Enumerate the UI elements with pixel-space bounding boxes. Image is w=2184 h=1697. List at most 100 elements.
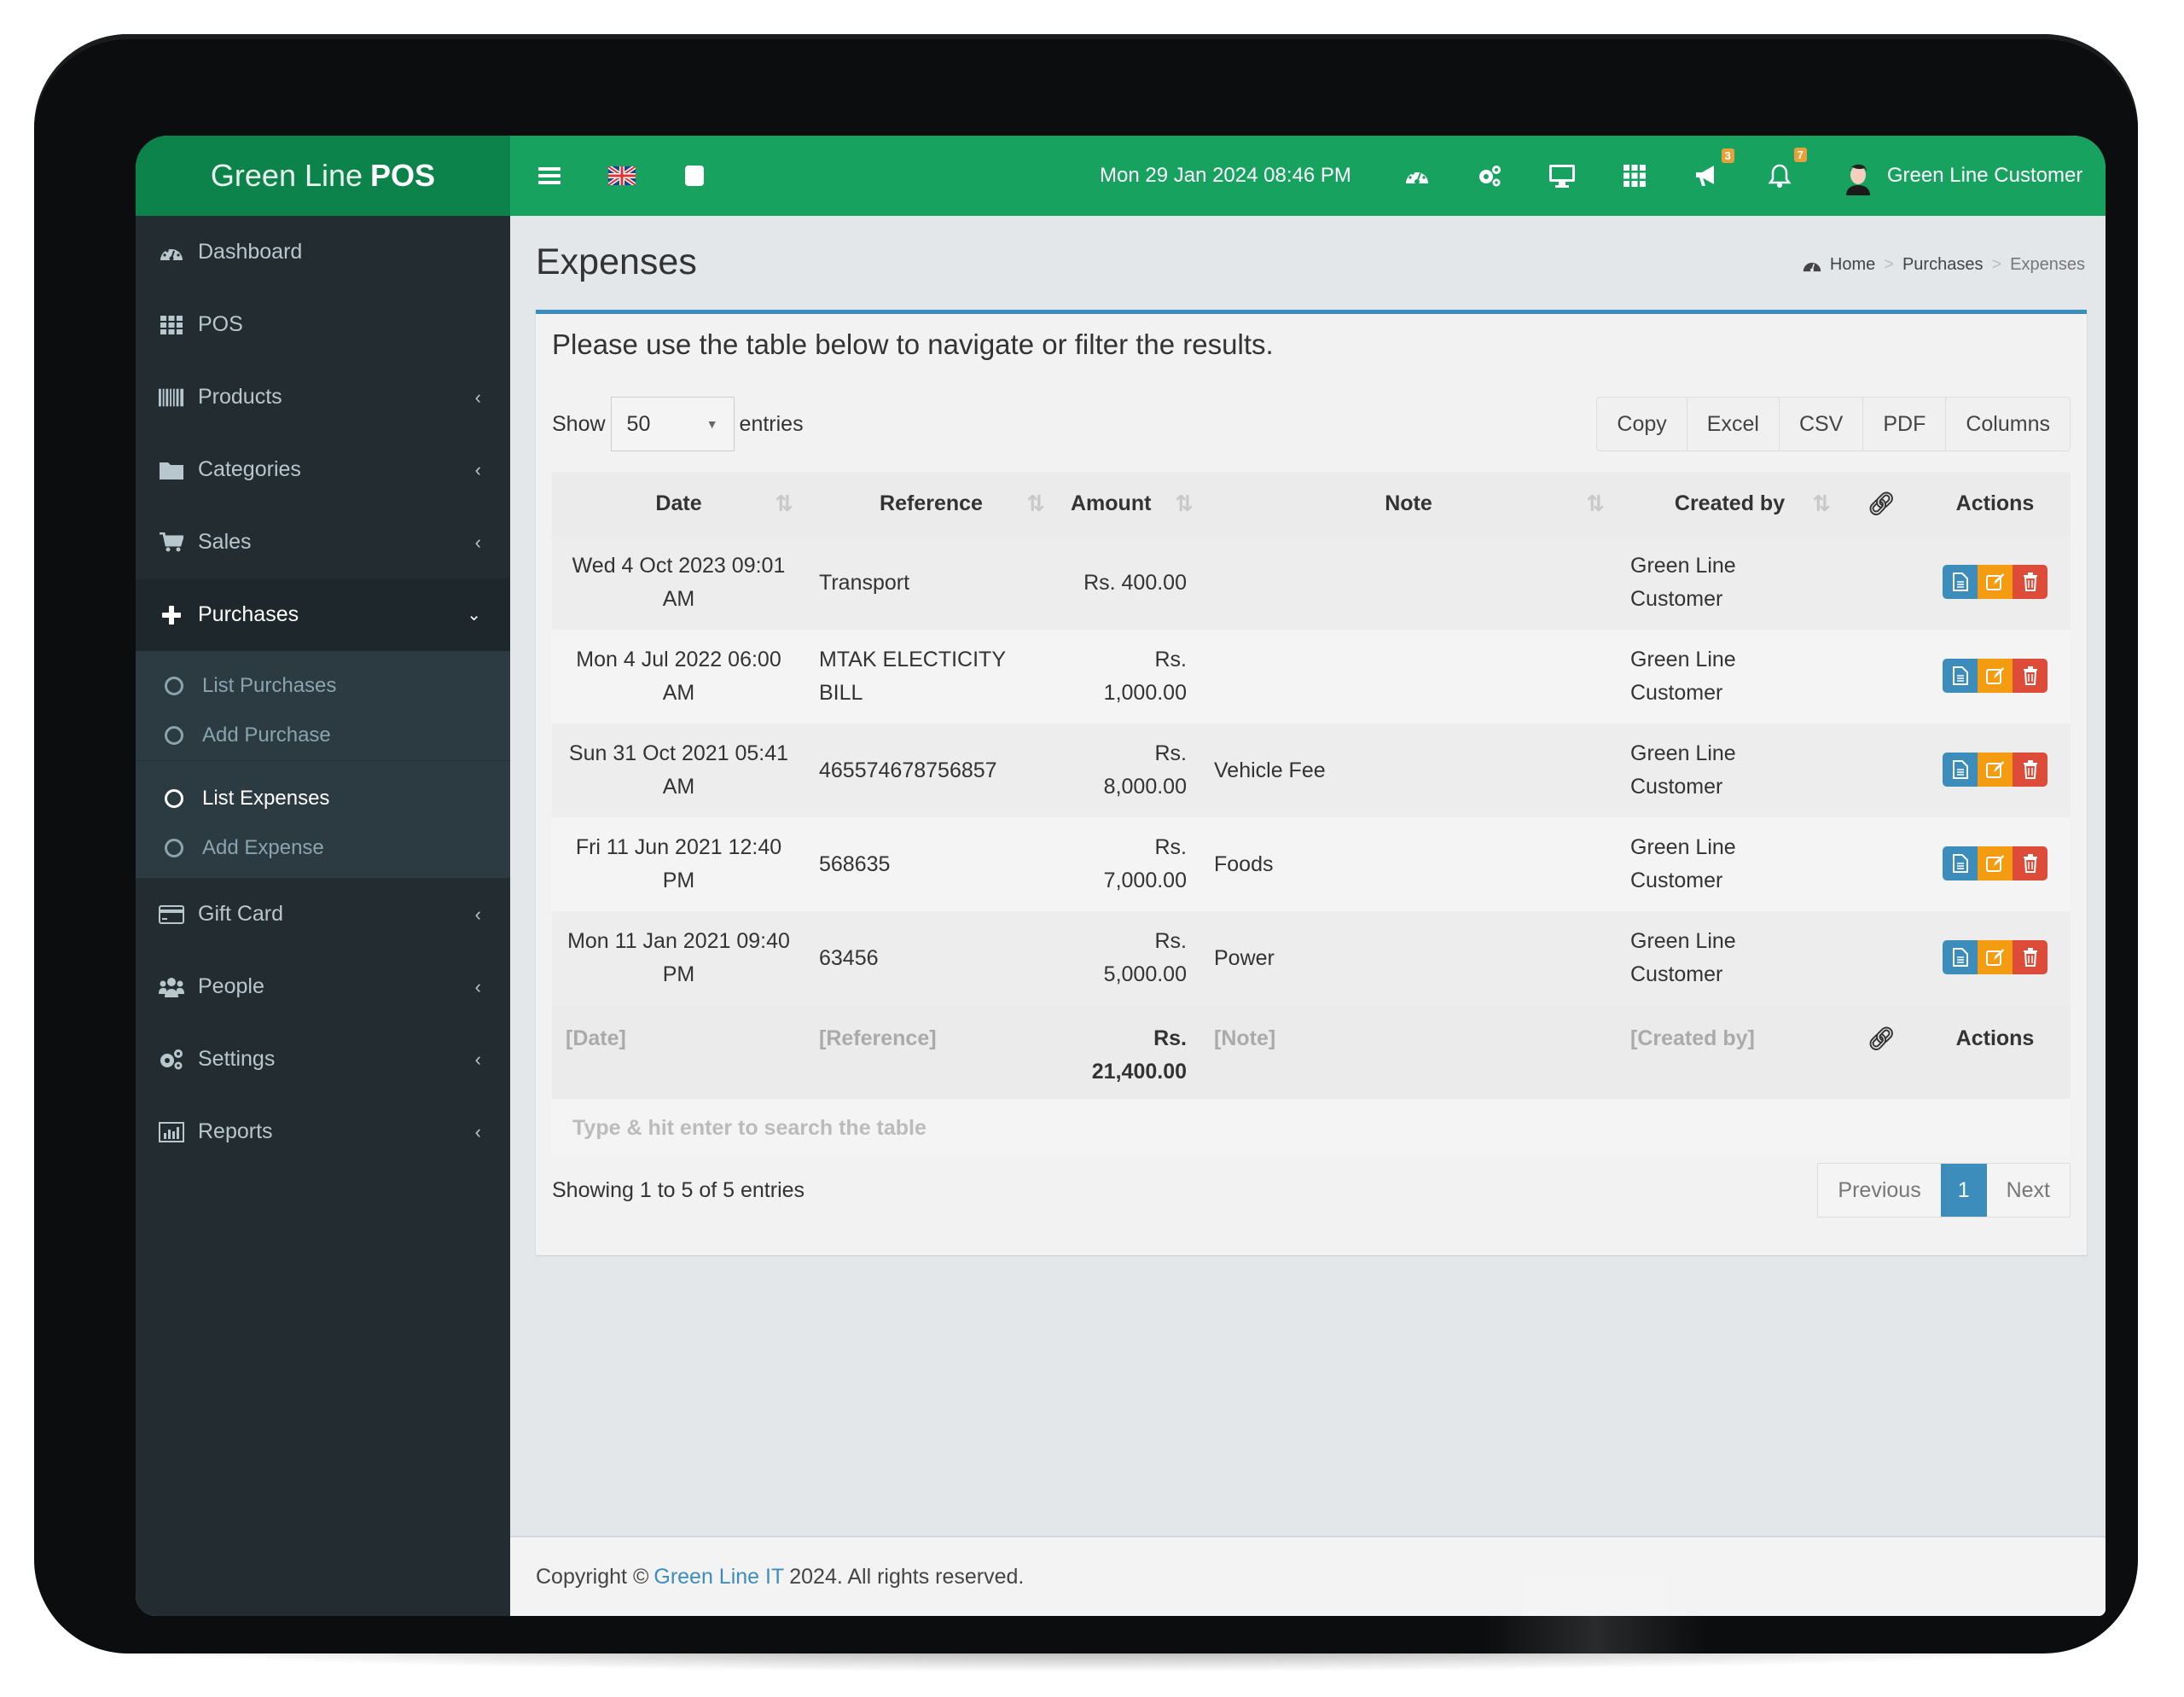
fullscreen-square-icon[interactable] — [677, 166, 712, 186]
table-search-input[interactable]: Type & hit enter to search the table — [552, 1099, 2071, 1157]
header-label: Created by — [1674, 491, 1786, 515]
monitor-icon[interactable] — [1545, 164, 1579, 188]
pdf-button[interactable]: PDF — [1863, 398, 1947, 450]
view-button[interactable] — [1943, 564, 1978, 599]
footer-reference-filter[interactable]: [Reference] — [805, 1005, 1057, 1099]
barcode-icon — [159, 385, 184, 410]
sidebar-item-sales[interactable]: Sales ‹ — [136, 506, 510, 578]
user-name[interactable]: Green Line Customer — [1887, 164, 2082, 188]
sidebar-item-gift-card[interactable]: Gift Card ‹ — [136, 878, 510, 950]
submenu-add-purchase[interactable]: Add Purchase — [136, 711, 510, 760]
dashboard-icon[interactable] — [1400, 165, 1434, 187]
bell-icon[interactable]: 7 — [1763, 148, 1807, 189]
column-header-date[interactable]: Date ⇅ — [552, 472, 805, 536]
cell-date: Mon 4 Jul 2022 06:00 AM — [552, 630, 805, 724]
edit-button[interactable] — [1978, 846, 2013, 880]
credit-card-icon — [159, 902, 184, 927]
submenu-label: Add Purchase — [202, 724, 331, 747]
cell-note: Vehicle Fee — [1200, 724, 1617, 817]
column-header-created-by[interactable]: Created by ⇅ — [1617, 472, 1843, 536]
edit-button[interactable] — [1978, 752, 2013, 787]
submenu-add-expense[interactable]: Add Expense — [136, 823, 510, 873]
edit-button[interactable] — [1978, 658, 2013, 693]
page-title: Expenses — [536, 241, 697, 282]
edit-button[interactable] — [1978, 939, 2013, 974]
footer-created-by-filter[interactable]: [Created by] — [1617, 1005, 1843, 1099]
header-datetime: Mon 29 Jan 2024 08:46 PM — [1100, 164, 1351, 187]
delete-button[interactable] — [2013, 658, 2048, 693]
cell-amount: Rs. 1,000.00 — [1057, 630, 1200, 724]
delete-button[interactable] — [2013, 846, 2048, 880]
sidebar-item-label: Purchases — [198, 602, 299, 626]
chevron-left-icon: ‹ — [474, 458, 481, 480]
delete-button[interactable] — [2013, 564, 2048, 599]
copy-button[interactable]: Copy — [1597, 398, 1687, 450]
circle-icon — [165, 726, 183, 745]
header-label: Note — [1385, 491, 1432, 515]
view-button[interactable] — [1943, 939, 1978, 974]
cell-created-by: Green Line Customer — [1617, 817, 1843, 911]
footer-note-filter[interactable]: [Note] — [1200, 1005, 1617, 1099]
cell-amount: Rs. 5,000.00 — [1057, 911, 1200, 1005]
cell-note: Power — [1200, 911, 1617, 1005]
circle-icon — [165, 839, 183, 857]
sidebar-item-categories[interactable]: Categories ‹ — [136, 433, 510, 506]
excel-button[interactable]: Excel — [1687, 398, 1780, 450]
sidebar-item-pos[interactable]: POS — [136, 288, 510, 361]
circle-icon — [165, 677, 183, 695]
page-size-select[interactable]: 50 ▼ — [610, 397, 735, 451]
brand-logo[interactable]: Green Line POS — [136, 136, 510, 216]
tablet-frame: Green Line POS Mon 29 Jan 2024 08:46 PM 3 — [34, 34, 2138, 1653]
page-1-button[interactable]: 1 — [1940, 1164, 1987, 1217]
column-header-reference[interactable]: Reference ⇅ — [805, 472, 1057, 536]
gears-icon — [159, 1047, 184, 1072]
column-header-actions: Actions — [1920, 472, 2071, 536]
brand-bold: POS — [370, 158, 436, 193]
gears-icon[interactable] — [1472, 164, 1507, 188]
previous-page-button[interactable]: Previous — [1818, 1164, 1941, 1217]
submenu-list-expenses[interactable]: List Expenses — [136, 774, 510, 823]
next-page-button[interactable]: Next — [1986, 1164, 2070, 1217]
uk-flag-icon[interactable] — [605, 166, 639, 185]
view-button[interactable] — [1943, 752, 1978, 787]
submenu-label: Add Expense — [202, 836, 324, 859]
megaphone-icon[interactable]: 3 — [1690, 148, 1734, 188]
table-row: Fri 11 Jun 2021 12:40 PM 568635 Rs. 7,000.… — [552, 817, 2071, 911]
menu-toggle-icon[interactable] — [532, 166, 566, 185]
company-link[interactable]: Green Line IT — [653, 1565, 784, 1589]
edit-button[interactable] — [1978, 564, 2013, 599]
view-button[interactable] — [1943, 658, 1978, 693]
cart-icon — [159, 530, 184, 555]
users-icon — [159, 974, 184, 1000]
column-header-note[interactable]: Note ⇅ — [1200, 472, 1617, 536]
circle-icon — [165, 789, 183, 808]
column-header-amount[interactable]: Amount ⇅ — [1057, 472, 1200, 536]
table-info: Showing 1 to 5 of 5 entries — [552, 1178, 805, 1202]
breadcrumb-purchases[interactable]: Purchases — [1902, 255, 1984, 275]
delete-button[interactable] — [2013, 939, 2048, 974]
sidebar-item-purchases[interactable]: Purchases ⌄ — [136, 578, 510, 651]
view-button[interactable] — [1943, 846, 1978, 880]
user-avatar[interactable] — [1839, 156, 1877, 195]
sort-icon: ⇅ — [1175, 491, 1194, 516]
edit-icon — [1985, 760, 2004, 778]
sidebar-item-settings[interactable]: Settings ‹ — [136, 1023, 510, 1095]
sidebar-item-reports[interactable]: Reports ‹ — [136, 1095, 510, 1168]
submenu-list-purchases[interactable]: List Purchases — [136, 661, 510, 711]
breadcrumb-home[interactable]: Home — [1830, 255, 1875, 275]
submenu-label: List Purchases — [202, 674, 337, 697]
trash-icon — [2023, 853, 2037, 873]
cell-amount: Rs. 7,000.00 — [1057, 817, 1200, 911]
chevron-left-icon: ‹ — [474, 531, 481, 553]
columns-button[interactable]: Columns — [1946, 398, 2070, 450]
cell-reference: 465574678756857 — [805, 724, 1057, 817]
delete-button[interactable] — [2013, 752, 2048, 787]
sidebar-item-products[interactable]: Products ‹ — [136, 361, 510, 433]
footer-date-filter[interactable]: [Date] — [552, 1005, 805, 1099]
apps-grid-icon[interactable] — [1618, 165, 1652, 187]
action-buttons — [1943, 564, 2048, 599]
sidebar-item-dashboard[interactable]: Dashboard — [136, 216, 510, 288]
csv-button[interactable]: CSV — [1779, 398, 1864, 450]
top-navbar: Green Line POS Mon 29 Jan 2024 08:46 PM 3 — [136, 136, 2106, 216]
sidebar-item-people[interactable]: People ‹ — [136, 950, 510, 1023]
